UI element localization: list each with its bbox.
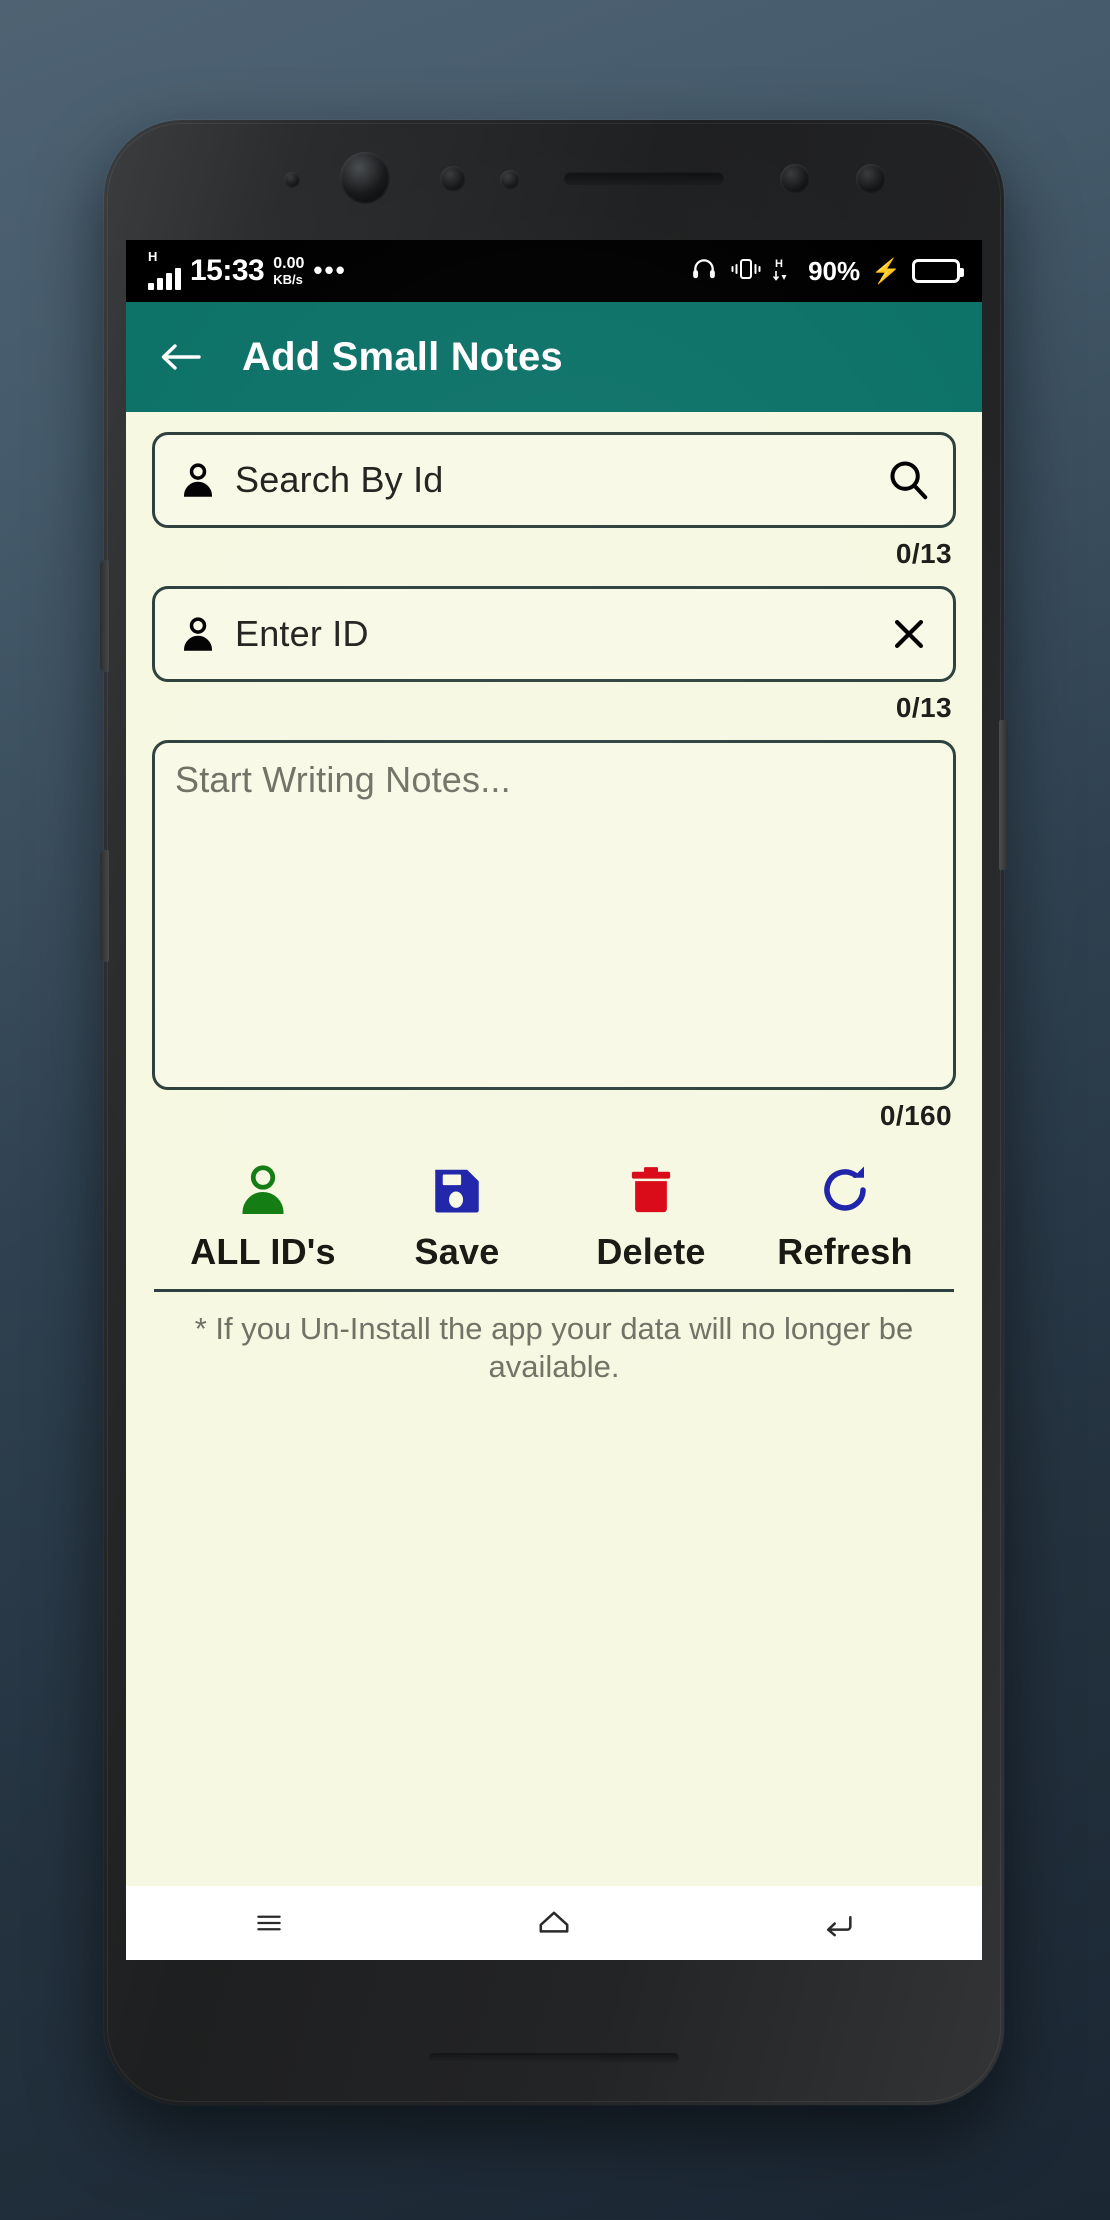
app-bar: Add Small Notes — [126, 302, 982, 412]
refresh-icon — [815, 1160, 875, 1225]
hsdpa-data-icon: H — [772, 256, 797, 287]
search-input[interactable]: Search By Id — [235, 459, 885, 501]
notes-placeholder: Start Writing Notes... — [175, 759, 511, 800]
power-button[interactable] — [999, 720, 1008, 870]
all-ids-button[interactable]: ALL ID's — [166, 1160, 360, 1273]
save-button[interactable]: Save — [360, 1160, 554, 1273]
desktop-backdrop: H 15:33 0.00 KB/s ••• H 90% ⚡ Add Small … — [0, 0, 1110, 2220]
sensor-icon — [440, 166, 466, 192]
person-icon — [177, 612, 219, 656]
sensor-icon — [780, 164, 810, 194]
all-ids-label: ALL ID's — [190, 1231, 336, 1272]
sensor-icon — [856, 164, 886, 194]
back-button[interactable] — [784, 1893, 894, 1953]
back-button[interactable] — [152, 329, 208, 385]
phone-device-frame: H 15:33 0.00 KB/s ••• H 90% ⚡ Add Small … — [100, 120, 1008, 2105]
sensor-icon — [284, 172, 300, 188]
signal-strength-icon: H — [148, 249, 181, 290]
page-title: Add Small Notes — [242, 334, 563, 379]
notification-overflow-icon: ••• — [313, 255, 347, 286]
status-bar-right: H 90% ⚡ — [689, 255, 964, 287]
vibrate-icon — [730, 257, 762, 286]
system-navigation-bar — [126, 1886, 982, 1960]
action-bar: ALL ID's Save Delete Refresh — [152, 1148, 956, 1273]
battery-icon — [912, 259, 964, 283]
notes-textarea[interactable]: Start Writing Notes... — [152, 740, 956, 1090]
enter-id-field[interactable]: Enter ID — [152, 586, 956, 682]
floppy-disk-icon — [428, 1160, 486, 1225]
id-input[interactable]: Enter ID — [235, 613, 887, 655]
data-rate-indicator: 0.00 KB/s — [273, 255, 305, 287]
delete-button[interactable]: Delete — [554, 1160, 748, 1273]
refresh-label: Refresh — [777, 1231, 913, 1272]
phone-screen: H 15:33 0.00 KB/s ••• H 90% ⚡ Add Small … — [126, 240, 982, 1960]
status-bar-left: H 15:33 0.00 KB/s ••• — [148, 249, 347, 290]
charging-bolt-icon: ⚡ — [871, 257, 901, 285]
uninstall-warning-note: * If you Un-Install the app your data wi… — [194, 1311, 914, 1384]
notes-counter: 0/160 — [879, 1100, 952, 1131]
person-icon — [232, 1160, 294, 1225]
phone-sensor-strip — [104, 120, 1004, 242]
earpiece-speaker — [564, 172, 724, 185]
svg-text:H: H — [775, 258, 783, 270]
data-rate-value: 0.00 — [273, 255, 305, 273]
delete-label: Delete — [596, 1231, 706, 1272]
volume-down-button[interactable] — [100, 850, 109, 962]
close-icon[interactable] — [887, 612, 931, 656]
headphones-icon — [689, 256, 719, 287]
search-icon[interactable] — [885, 457, 931, 503]
recents-button[interactable] — [214, 1893, 324, 1953]
status-bar-clock: 15:33 — [190, 254, 265, 287]
network-type-label: H — [148, 249, 158, 264]
status-bar: H 15:33 0.00 KB/s ••• H 90% ⚡ — [126, 240, 982, 302]
person-icon — [177, 458, 219, 502]
home-button[interactable] — [499, 1893, 609, 1953]
id-counter: 0/13 — [895, 692, 952, 723]
data-rate-unit: KB/s — [273, 271, 303, 287]
front-camera-icon — [340, 152, 390, 204]
save-label: Save — [414, 1231, 500, 1272]
trash-icon — [623, 1160, 679, 1225]
sensor-icon — [500, 170, 520, 190]
search-id-field[interactable]: Search By Id — [152, 432, 956, 528]
main-content: Search By Id 0/13 Enter ID 0/13 Start Wr… — [126, 412, 982, 1960]
refresh-button[interactable]: Refresh — [748, 1160, 942, 1273]
battery-percent-label: 90% — [808, 255, 861, 286]
search-counter: 0/13 — [895, 538, 952, 569]
volume-up-button[interactable] — [100, 560, 109, 672]
bottom-speaker — [429, 2053, 679, 2063]
